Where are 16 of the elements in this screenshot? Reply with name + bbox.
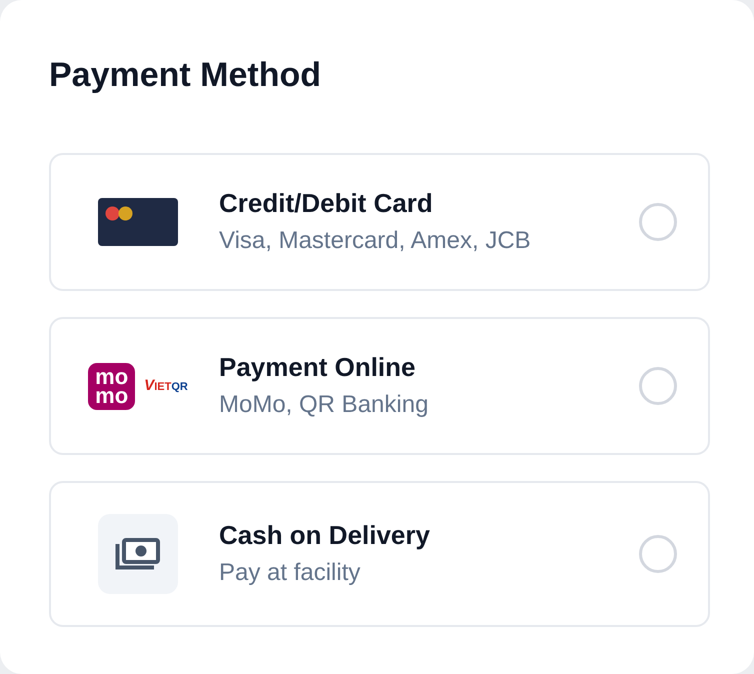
radio-button[interactable] xyxy=(639,367,677,405)
option-title: Payment Online xyxy=(219,351,416,384)
momo-logo: momo xyxy=(88,362,136,410)
option-description: Pay at facility xyxy=(219,558,360,588)
banknotes-icon xyxy=(98,514,178,594)
vietqr-logo: VIETQR xyxy=(144,378,188,394)
radio-button[interactable] xyxy=(639,535,677,573)
payment-option[interactable]: Cash on Delivery Pay at facility xyxy=(49,481,710,627)
option-title: Credit/Debit Card xyxy=(219,187,433,220)
payment-option[interactable]: Credit/Debit Card Visa, Mastercard, Amex, JCB xyxy=(49,153,710,291)
radio-button[interactable] xyxy=(639,203,677,241)
credit-card-icon xyxy=(98,198,178,246)
option-description: MoMo, QR Banking xyxy=(219,390,428,420)
option-title: Cash on Delivery xyxy=(219,519,430,552)
option-description: Visa, Mastercard, Amex, JCB xyxy=(219,226,531,256)
section-title: Payment Method xyxy=(49,55,322,95)
